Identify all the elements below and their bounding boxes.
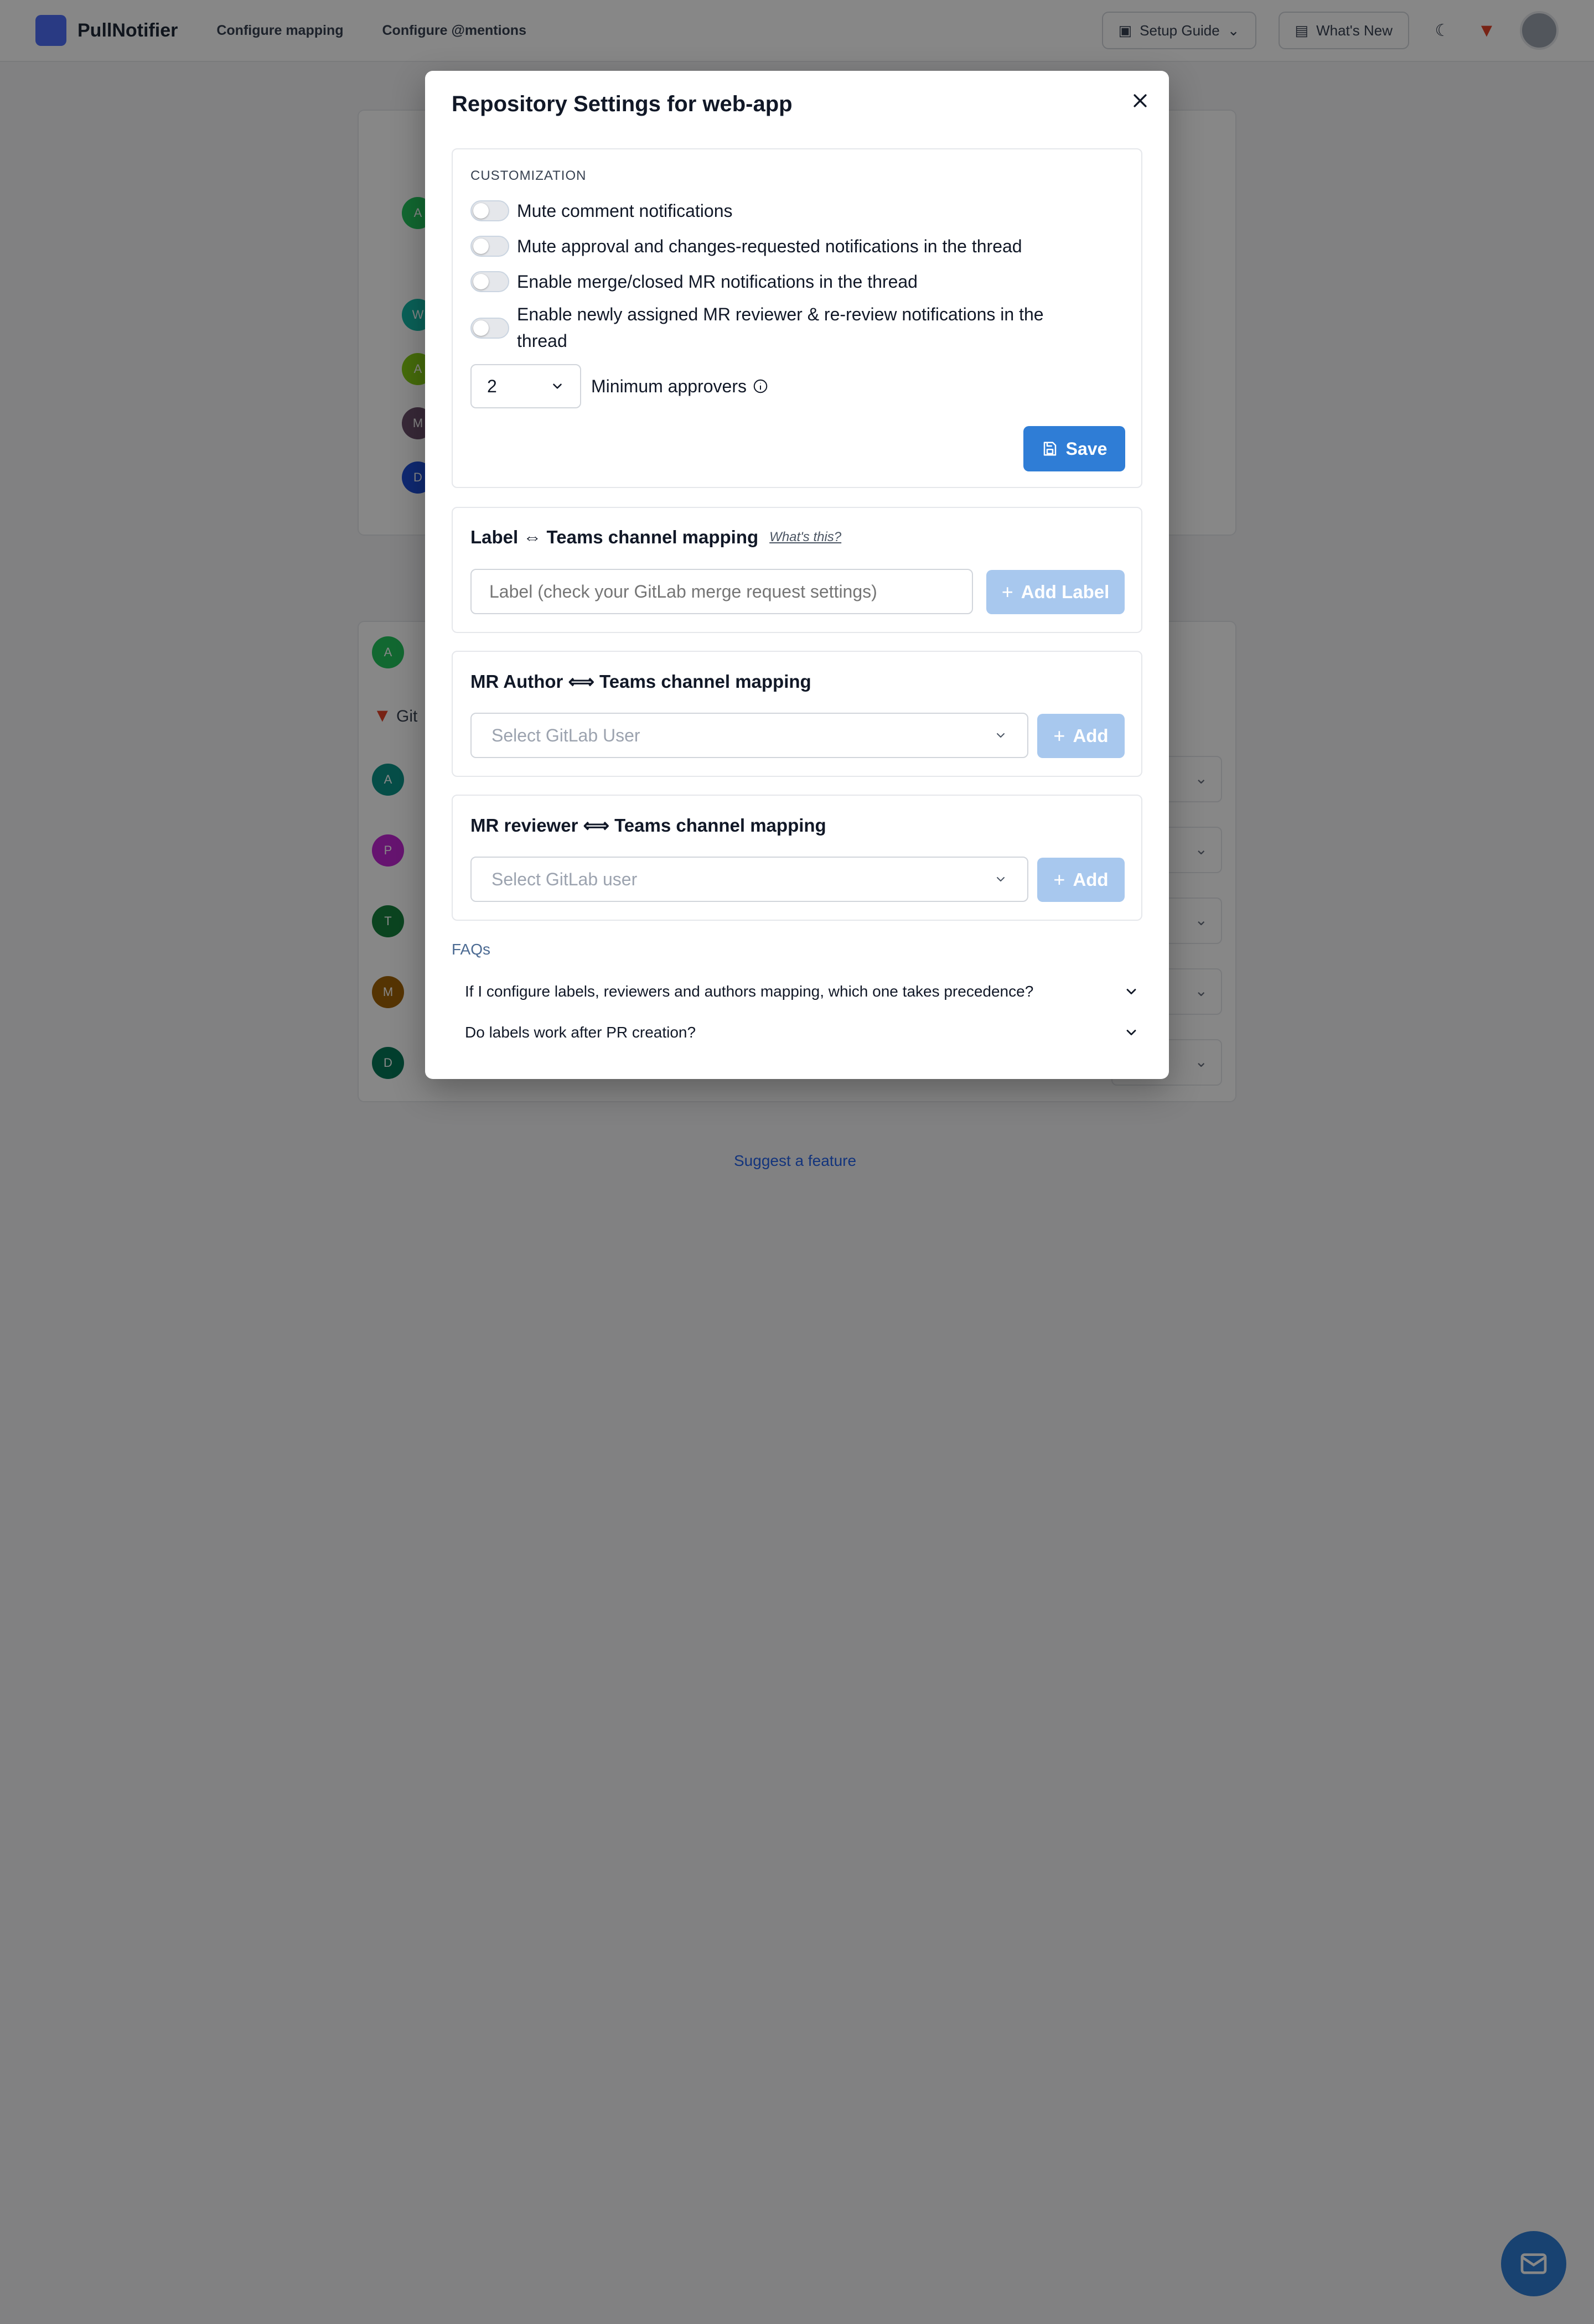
toggle-label: Mute approval and changes-requested noti… bbox=[517, 236, 1022, 256]
add-reviewer-button[interactable]: + Add bbox=[1037, 858, 1125, 902]
save-label: Save bbox=[1065, 438, 1107, 459]
label-mapping-section: Label ⇔ Teams channel mapping What's thi… bbox=[452, 507, 1142, 633]
toggle-row: Mute approval and changes-requested noti… bbox=[470, 236, 1022, 260]
gitlab-reviewer-select[interactable]: Select GitLab user bbox=[470, 857, 1028, 902]
min-approvers-select[interactable]: 2 bbox=[470, 364, 581, 408]
mute-approval-toggle[interactable] bbox=[470, 236, 509, 257]
chevron-down-icon bbox=[553, 383, 562, 389]
toggle-row: Enable merge/closed MR notifications in … bbox=[470, 271, 918, 295]
chevron-down-icon bbox=[997, 733, 1005, 738]
author-mapping-section: MR Author ⟺ Teams channel mapping Select… bbox=[452, 651, 1142, 777]
author-mapping-title: MR Author ⟺ Teams channel mapping bbox=[470, 671, 811, 692]
plus-icon: + bbox=[1001, 580, 1013, 603]
label-mapping-title-row: Label ⇔ Teams channel mapping What's thi… bbox=[470, 527, 841, 548]
repository-settings-modal: Repository Settings for web-app CUSTOMIZ… bbox=[425, 71, 1169, 1079]
faqs-heading: FAQs bbox=[452, 941, 491, 958]
add-label-text: Add Label bbox=[1021, 582, 1110, 602]
save-icon bbox=[1043, 442, 1056, 456]
toggle-label: Mute comment notifications bbox=[517, 201, 733, 221]
toggle-label: Enable newly assigned MR reviewer & re-r… bbox=[517, 304, 1044, 351]
chevron-down-icon bbox=[1126, 1030, 1136, 1035]
info-icon[interactable] bbox=[752, 378, 769, 395]
faq-item[interactable]: Do labels work after PR creation? bbox=[465, 1016, 1139, 1049]
customization-label: CUSTOMIZATION bbox=[470, 168, 587, 183]
label-mapping-title: Label ⇔ Teams channel mapping bbox=[470, 527, 759, 547]
select-placeholder: Select GitLab User bbox=[491, 725, 640, 745]
minimum-approvers-row: 2 Minimum approvers bbox=[470, 364, 769, 408]
reviewer-mapping-section: MR reviewer ⟺ Teams channel mapping Sele… bbox=[452, 795, 1142, 921]
add-label-button[interactable]: + Add Label bbox=[986, 570, 1125, 614]
add-author-text: Add bbox=[1073, 725, 1109, 746]
toggle-row: Mute comment notifications bbox=[470, 200, 733, 224]
merge-closed-toggle[interactable] bbox=[470, 271, 509, 292]
modal-title: Repository Settings for web-app bbox=[452, 92, 793, 116]
min-approvers-label: Minimum approvers bbox=[591, 376, 747, 396]
label-input[interactable] bbox=[470, 569, 973, 614]
faq-item[interactable]: If I configure labels, reviewers and aut… bbox=[465, 975, 1139, 1008]
gitlab-user-select[interactable]: Select GitLab User bbox=[470, 713, 1028, 758]
add-author-button[interactable]: + Add bbox=[1037, 714, 1125, 758]
plus-icon: + bbox=[1053, 724, 1065, 747]
close-icon bbox=[1134, 94, 1147, 107]
chevron-down-icon bbox=[997, 877, 1005, 881]
plus-icon: + bbox=[1053, 868, 1065, 891]
reviewer-mapping-title: MR reviewer ⟺ Teams channel mapping bbox=[470, 815, 826, 836]
add-reviewer-text: Add bbox=[1073, 869, 1109, 890]
customization-section: CUSTOMIZATION Mute comment notifications… bbox=[452, 148, 1142, 488]
toggle-row: Enable newly assigned MR reviewer & re-r… bbox=[470, 304, 1096, 354]
toggle-label: Enable merge/closed MR notifications in … bbox=[517, 272, 918, 292]
faq-question: Do labels work after PR creation? bbox=[465, 1024, 696, 1041]
select-placeholder: Select GitLab user bbox=[491, 869, 638, 889]
whats-this-link[interactable]: What's this? bbox=[769, 530, 841, 545]
reviewer-notify-toggle[interactable] bbox=[470, 318, 509, 339]
save-button[interactable]: Save bbox=[1023, 426, 1125, 471]
faq-question: If I configure labels, reviewers and aut… bbox=[465, 983, 1034, 1000]
chevron-down-icon bbox=[1126, 989, 1136, 994]
close-button[interactable] bbox=[1125, 85, 1156, 116]
mute-comment-toggle[interactable] bbox=[470, 200, 509, 221]
min-approvers-value: 2 bbox=[487, 376, 497, 396]
